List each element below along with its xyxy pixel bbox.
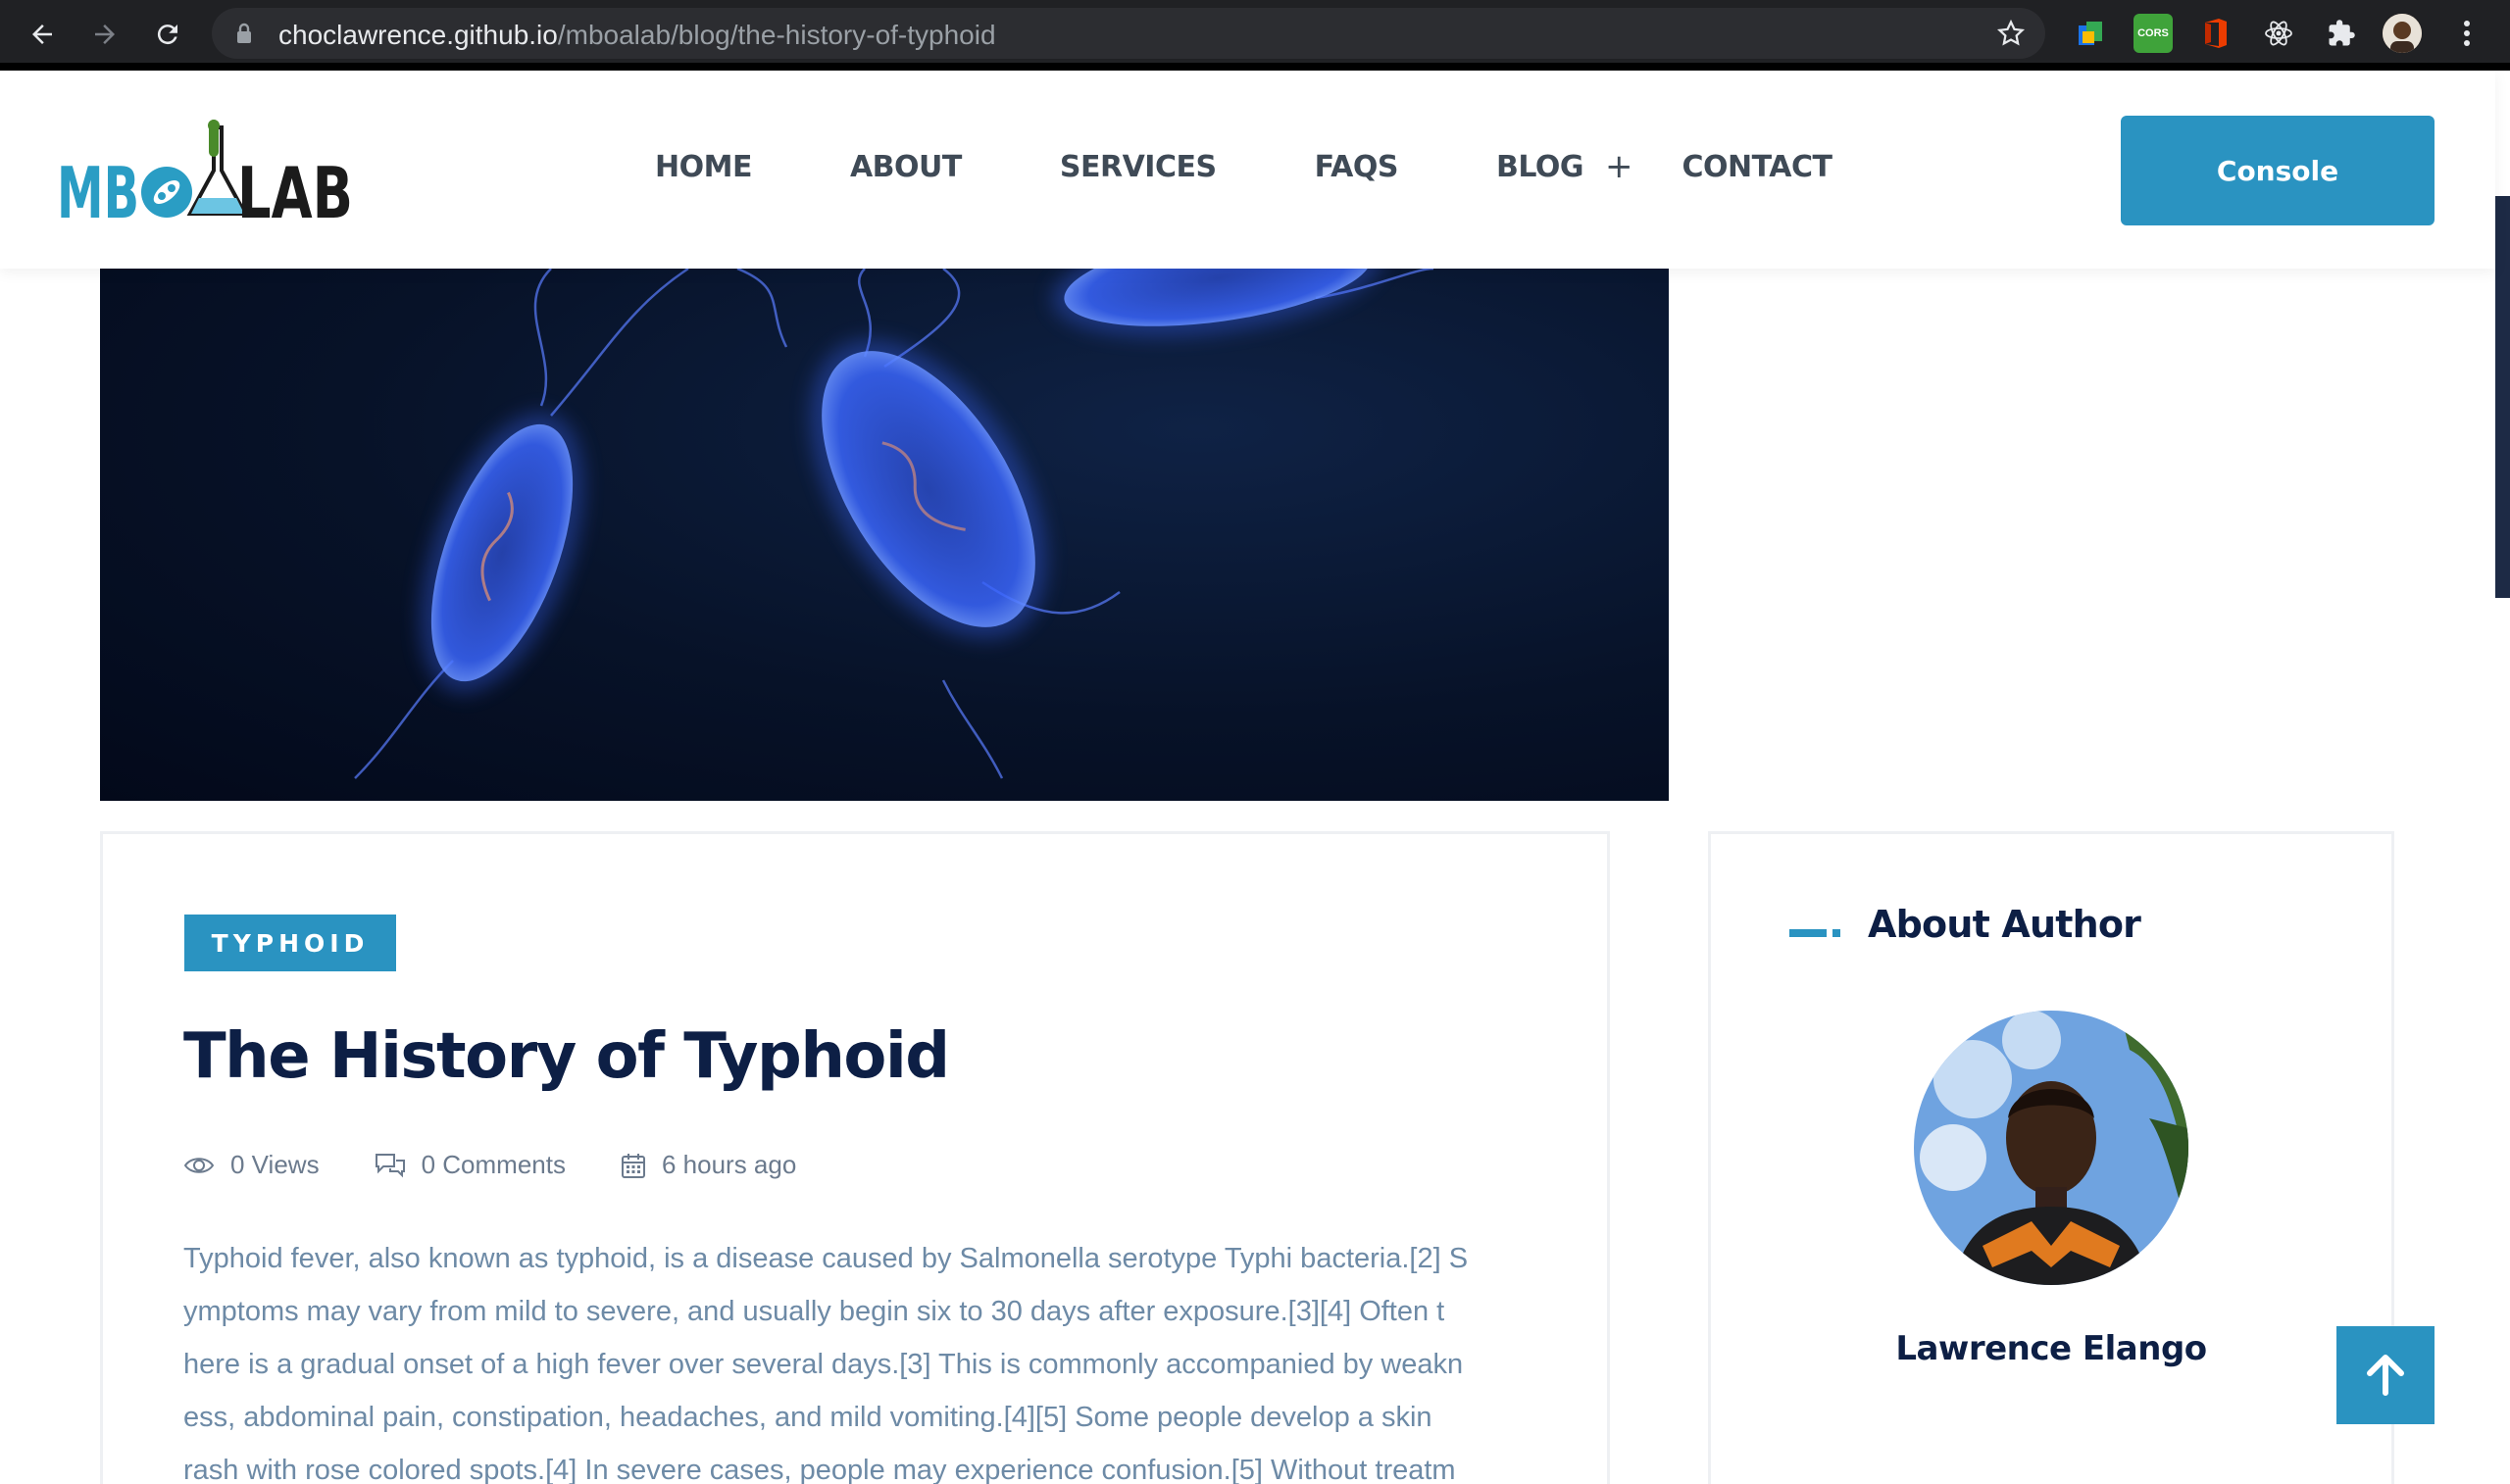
arrow-right-icon	[95, 25, 115, 44]
url-path: /mboalab/blog/the-history-of-typhoid	[557, 20, 996, 50]
eye-icon	[183, 1157, 215, 1173]
reload-icon	[157, 25, 177, 45]
forward-button[interactable]	[80, 10, 129, 59]
article-card: TYPHOID The History of Typhoid 0 Views 0…	[100, 831, 1610, 1484]
post-date: 6 hours ago	[661, 1150, 797, 1179]
browser-toolbar: choclawrence.github.io/mboalab/blog/the-…	[0, 0, 2510, 71]
site-header: MB LAB HOME ABOUT SERVICES FAQS BLOG + C…	[0, 71, 2495, 269]
browser-menu-icon[interactable]	[2447, 14, 2486, 53]
nav-services[interactable]: SERVICES	[1060, 150, 1217, 184]
body-line: Typhoid fever, also known as typhoid, is…	[183, 1243, 1469, 1274]
extension-docs-icon[interactable]	[2071, 14, 2110, 53]
star-icon[interactable]	[1996, 19, 2026, 48]
meta-comments[interactable]: 0 Comments	[375, 1150, 566, 1180]
body-line: ymptoms may vary from mild to severe, an…	[183, 1296, 1445, 1327]
meta-views: 0 Views	[183, 1150, 320, 1180]
article-meta: 0 Views 0 Comments 6 hours ago	[183, 1150, 851, 1180]
arrow-up-icon	[2367, 1355, 2404, 1396]
author-avatar	[1914, 1011, 2188, 1285]
about-author-widget: About Author Lawrence Elango	[1708, 831, 2394, 1484]
author-name[interactable]: Lawrence Elango	[1711, 1329, 2391, 1368]
arrow-left-icon	[32, 25, 52, 44]
back-button[interactable]	[18, 10, 67, 59]
profile-avatar-icon[interactable]	[2383, 14, 2422, 53]
back-to-top-button[interactable]	[2336, 1326, 2435, 1424]
category-tag[interactable]: TYPHOID	[184, 915, 396, 971]
url-host: choclawrence.github.io	[278, 20, 558, 50]
cors-label: CORS	[2137, 27, 2169, 39]
article-title: The History of Typhoid	[183, 1020, 950, 1093]
extensions-puzzle-icon[interactable]	[2322, 14, 2361, 53]
mboalab-logo[interactable]: MB LAB	[57, 120, 361, 234]
extension-office-icon[interactable]	[2196, 14, 2235, 53]
views-count: 0 Views	[230, 1150, 320, 1179]
logo-text-left: MB	[57, 152, 139, 227]
url-text: choclawrence.github.io/mboalab/blog/the-…	[278, 20, 996, 51]
hero-bacteria-image	[100, 269, 1669, 801]
article-body: Typhoid fever, also known as typhoid, is…	[183, 1232, 1556, 1484]
heading-accent-icon	[1789, 929, 1840, 937]
calendar-icon	[621, 1153, 645, 1178]
body-line: here is a gradual onset of a high fever …	[183, 1349, 1464, 1380]
nav-blog-expand-icon[interactable]: +	[1605, 147, 1633, 186]
comments-count: 0 Comments	[421, 1150, 566, 1179]
lock-icon	[237, 23, 251, 43]
reload-button[interactable]	[143, 10, 192, 59]
extension-cors-icon[interactable]: CORS	[2134, 14, 2173, 53]
nav-faqs[interactable]: FAQS	[1315, 150, 1399, 184]
address-bar[interactable]: choclawrence.github.io/mboalab/blog/the-…	[212, 8, 2045, 59]
body-line: rash with rose colored spots.[4] In seve…	[183, 1455, 1456, 1484]
chrome-divider	[0, 63, 2510, 71]
meta-date: 6 hours ago	[621, 1150, 796, 1180]
console-button[interactable]: Console	[2121, 116, 2435, 225]
nav-home[interactable]: HOME	[655, 150, 752, 184]
nav-about[interactable]: ABOUT	[850, 150, 962, 184]
page-scrollbar-thumb[interactable]	[2495, 196, 2510, 598]
nav-contact[interactable]: CONTACT	[1682, 150, 1832, 184]
main-nav: HOME ABOUT SERVICES FAQS BLOG + CONTACT	[655, 147, 1832, 186]
about-author-title: About Author	[1868, 903, 2141, 946]
nav-blog[interactable]: BLOG	[1496, 150, 1584, 184]
body-line: ess, abdominal pain, constipation, heada…	[183, 1402, 1432, 1433]
logo-text-right: LAB	[237, 152, 353, 227]
comments-icon	[375, 1153, 405, 1177]
extension-react-icon[interactable]	[2259, 14, 2298, 53]
